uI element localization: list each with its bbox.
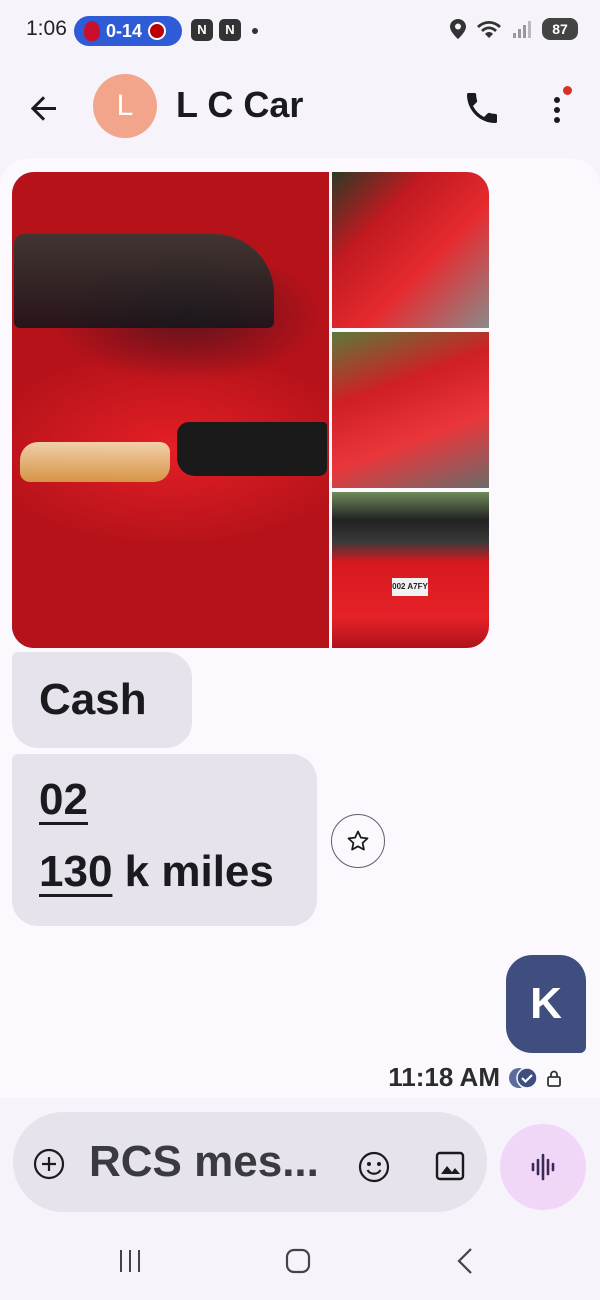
emoji-icon[interactable] <box>357 1150 391 1184</box>
license-plate: 002 A7FY <box>392 578 428 596</box>
wifi-icon <box>477 21 501 38</box>
signal-icon <box>513 21 531 38</box>
headlight-shape <box>20 442 170 482</box>
app-notification-icon: N <box>191 19 213 41</box>
year-link[interactable]: 02 <box>39 775 88 824</box>
message-list[interactable]: 002 A7FY Cash 02 130 k miles K 11:18 AM <box>0 158 600 1098</box>
nav-back-icon[interactable] <box>454 1247 478 1275</box>
windshield-shape <box>14 234 274 328</box>
team-logo-icon <box>84 21 100 41</box>
live-score-chip[interactable]: 0-14 <box>74 16 182 46</box>
star-icon <box>347 830 369 851</box>
battery-indicator: 87 <box>542 18 578 40</box>
message-timestamp: 11:18 AM <box>388 1062 500 1092</box>
mileage-number-link[interactable]: 130 <box>39 847 112 896</box>
phone-call-icon[interactable] <box>462 88 502 128</box>
car-photo-rear[interactable]: 002 A7FY <box>332 492 489 648</box>
conversation-header: L L C Car <box>0 62 600 158</box>
car-photo-main[interactable] <box>12 172 329 648</box>
photo-attachment-grid[interactable]: 002 A7FY <box>12 172 489 648</box>
app-notification-icon: N <box>219 19 241 41</box>
mileage-suffix-text: k miles <box>112 847 274 896</box>
voice-message-button[interactable] <box>500 1124 586 1210</box>
gallery-icon[interactable] <box>434 1150 466 1182</box>
more-options-button[interactable] <box>542 86 572 130</box>
back-arrow-icon[interactable] <box>26 90 62 126</box>
message-text: Cash <box>39 675 147 724</box>
score-text: 0-14 <box>106 20 143 41</box>
star-message-button[interactable] <box>331 814 385 868</box>
status-time: 1:06 <box>26 17 67 40</box>
system-nav-bar <box>0 1222 600 1300</box>
more-notifications-dot-icon <box>252 28 258 34</box>
message-composer <box>13 1112 487 1212</box>
notification-badge <box>563 86 572 95</box>
contact-avatar[interactable]: L <box>93 74 157 138</box>
team-logo-icon <box>148 22 167 40</box>
message-input[interactable] <box>89 1134 339 1190</box>
home-icon[interactable] <box>285 1248 311 1274</box>
add-attachment-icon[interactable] <box>33 1148 65 1180</box>
lock-icon <box>547 1070 561 1087</box>
received-message-bubble[interactable]: Cash <box>12 652 192 748</box>
received-message-bubble[interactable]: 02 130 k miles <box>12 754 317 926</box>
car-photo-side[interactable] <box>332 172 489 328</box>
contact-name[interactable]: L C Car <box>176 84 303 126</box>
grille-shape <box>177 422 327 476</box>
status-bar: 1:06 0-14 N N 87 <box>0 0 600 62</box>
sent-message-bubble[interactable]: K <box>506 955 586 1053</box>
audio-waveform-icon <box>531 1153 555 1181</box>
recents-icon[interactable] <box>117 1248 143 1274</box>
location-icon <box>450 19 466 39</box>
car-photo-front[interactable] <box>332 332 489 488</box>
read-receipt-icon <box>509 1066 538 1089</box>
sent-message-meta: 11:18 AM <box>388 1062 562 1093</box>
status-icons: 87 <box>450 18 578 40</box>
